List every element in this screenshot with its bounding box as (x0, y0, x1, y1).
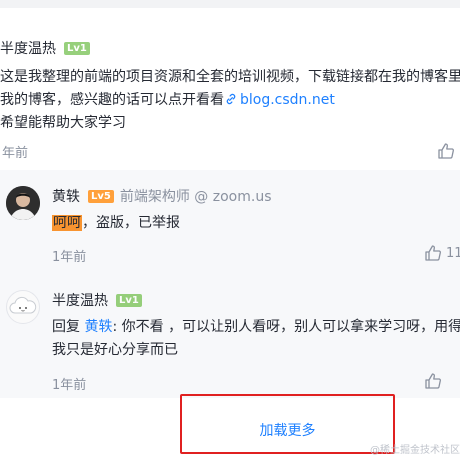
reply-user-name[interactable]: 黄轶 (52, 186, 80, 206)
comment-time: 年前 (2, 146, 29, 161)
level-badge: Lv1 (116, 293, 142, 307)
blog-link[interactable]: blog.csdn.net (224, 92, 335, 108)
like-button[interactable] (424, 372, 442, 390)
top-divider (0, 0, 460, 8)
comment-user-name[interactable]: 半度温热 (0, 38, 56, 58)
comment-line: 我的博客，感兴趣的话可以点开看看 (0, 92, 224, 108)
reply-header: 半度温热 Lv1 (52, 290, 142, 310)
blog-link-text: blog.csdn.net (240, 92, 335, 108)
like-count: 11 (446, 245, 460, 261)
reply-to-user[interactable]: 黄轶 (84, 319, 112, 335)
reply-content: 呵呵，盗版，已举报 (52, 212, 180, 235)
like-button[interactable] (437, 142, 455, 164)
replies-section: 黄轶 Lv5 前端架构师 @ zoom.us 呵呵，盗版，已举报 1年前 11 … (0, 170, 460, 398)
comment-content: 这是我整理的前端的项目资源和全套的培训视频，下载链接都在我的博客里 我的博客，感… (0, 66, 460, 135)
annotation-highlight-box: 加载更多 (180, 394, 395, 454)
comment-line: 这是我整理的前端的项目资源和全套的培训视频，下载链接都在我的博客里 (0, 69, 460, 85)
reply-time: 1年前 (52, 250, 87, 265)
avatar[interactable] (6, 290, 40, 324)
link-icon (226, 93, 236, 105)
level-badge: Lv5 (88, 189, 114, 203)
reply-text: 我只是好心分享而已 (52, 342, 178, 358)
user-photo-icon (6, 186, 40, 220)
reply-text: : 你不看 ，可以让别人看呀，别人可以拿来学习呀，用得 (112, 319, 460, 335)
reply-text: ，盗版，已举报 (82, 215, 180, 231)
reply-time: 1年前 (52, 378, 87, 393)
user-title: 前端架构师 @ zoom.us (119, 189, 272, 205)
thumbs-up-icon (425, 245, 441, 261)
highlighted-text: 呵呵 (52, 215, 82, 231)
reply-user-name[interactable]: 半度温热 (52, 290, 108, 310)
thumbs-up-icon (425, 373, 441, 389)
comment-line-with-link: 我的博客，感兴趣的话可以点开看看 blog.csdn.net (0, 89, 460, 112)
watermark: @稀土掘金技术社区 (370, 445, 460, 456)
avatar[interactable] (6, 186, 40, 220)
like-button[interactable]: 11 (424, 244, 460, 262)
load-more-button[interactable]: 加载更多 (182, 420, 393, 440)
cloud-avatar-icon (9, 296, 37, 314)
reply-header: 黄轶 Lv5 前端架构师 @ zoom.us (52, 186, 272, 206)
level-badge: Lv1 (64, 41, 90, 55)
reply-content: 回复 黄轶: 你不看 ，可以让别人看呀，别人可以拿来学习呀，用得 我只是好心分享… (52, 316, 460, 362)
thumbs-up-icon (438, 143, 454, 159)
comment-header: 半度温热 Lv1 (0, 38, 90, 58)
comment-line: 希望能帮助大家学习 (0, 115, 126, 131)
reply-prefix: 回复 (52, 319, 80, 335)
